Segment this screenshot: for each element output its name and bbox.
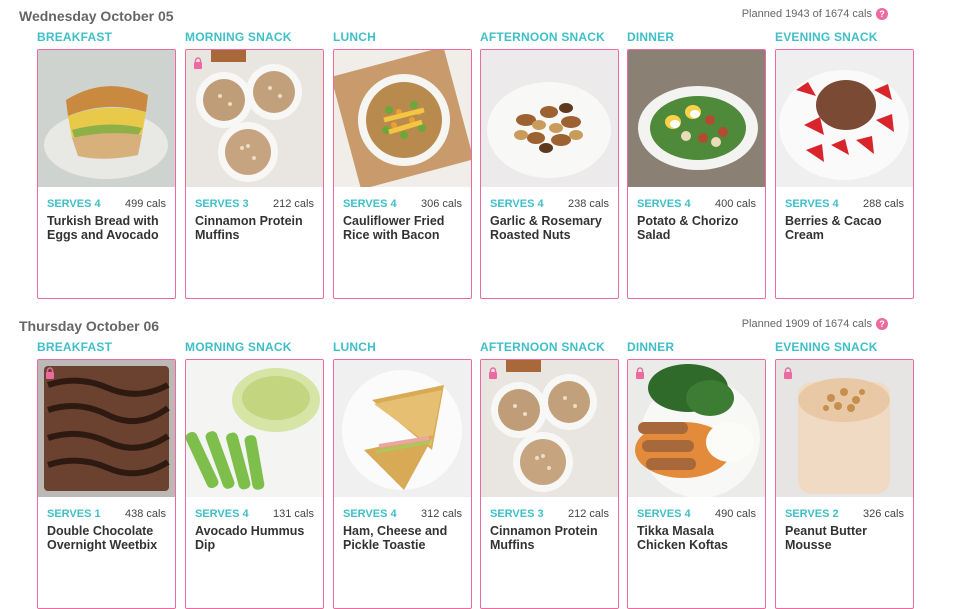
recipe-image[interactable] [776,360,913,497]
recipe-image[interactable] [334,50,471,187]
calories: 288 cals [863,198,904,210]
recipe-image[interactable] [628,360,765,497]
recipe-image[interactable] [628,50,765,187]
recipe-card[interactable]: SERVES 4 306 cals Cauliflower Fried Rice… [333,49,472,299]
day-title: Thursday October 06 [19,318,160,334]
recipe-image[interactable] [38,50,175,187]
lock-icon [194,57,202,69]
lock-icon [489,367,497,379]
meal-label-afternoon-snack: AFTERNOON SNACK [480,30,605,44]
recipe-name[interactable]: Double Chocolate Overnight Weetbix [47,524,169,552]
calories: 212 cals [568,508,609,520]
serves-count: SERVES 2 [785,508,839,520]
serves-count: SERVES 4 [637,508,691,520]
serves-count: SERVES 4 [343,508,397,520]
serves-count: SERVES 4 [343,198,397,210]
meal-label-afternoon-snack: AFTERNOON SNACK [480,340,605,354]
serves-count: SERVES 4 [637,198,691,210]
calories: 499 cals [125,198,166,210]
planned-text: Planned 1943 of 1674 cals [741,8,872,20]
recipe-name[interactable]: Cauliflower Fried Rice with Bacon [343,214,465,242]
recipe-name[interactable]: Turkish Bread with Eggs and Avocado [47,214,169,242]
recipe-image[interactable] [776,50,913,187]
calories: 212 cals [273,198,314,210]
planned-calories: Planned 1943 of 1674 cals ? [742,8,888,20]
calories: 326 cals [863,508,904,520]
lock-icon [784,367,792,379]
recipe-card[interactable]: SERVES 2 326 cals Peanut Butter Mousse [775,359,914,609]
calories: 306 cals [421,198,462,210]
calories: 131 cals [273,508,314,520]
planned-calories: Planned 1909 of 1674 cals ? [742,318,888,330]
recipe-card[interactable]: SERVES 4 400 cals Potato & Chorizo Salad [627,49,766,299]
meal-label-evening-snack: EVENING SNACK [775,30,878,44]
serves-count: SERVES 4 [785,198,839,210]
meal-label-lunch: LUNCH [333,340,376,354]
recipe-card[interactable]: SERVES 4 238 cals Garlic & Rosemary Roas… [480,49,619,299]
recipe-card[interactable]: SERVES 4 490 cals Tikka Masala Chicken K… [627,359,766,609]
lock-icon [636,367,644,379]
calories: 312 cals [421,508,462,520]
recipe-image[interactable] [186,360,323,497]
recipe-name[interactable]: Tikka Masala Chicken Koftas [637,524,759,552]
serves-count: SERVES 1 [47,508,101,520]
serves-count: SERVES 4 [195,508,249,520]
serves-count: SERVES 3 [195,198,249,210]
day-title: Wednesday October 05 [19,8,174,24]
meal-label-evening-snack: EVENING SNACK [775,340,878,354]
recipe-image[interactable] [186,50,323,187]
meal-label-breakfast: BREAKFAST [37,340,113,354]
calories: 238 cals [568,198,609,210]
lock-icon [46,367,54,379]
recipe-card[interactable]: SERVES 4 312 cals Ham, Cheese and Pickle… [333,359,472,609]
help-icon[interactable]: ? [876,318,888,330]
serves-count: SERVES 4 [490,198,544,210]
recipe-image[interactable] [334,360,471,497]
meal-label-morning-snack: MORNING SNACK [185,30,292,44]
meal-label-morning-snack: MORNING SNACK [185,340,292,354]
recipe-name[interactable]: Garlic & Rosemary Roasted Nuts [490,214,612,242]
meal-label-breakfast: BREAKFAST [37,30,113,44]
recipe-card[interactable]: SERVES 3 212 cals Cinnamon Protein Muffi… [480,359,619,609]
recipe-name[interactable]: Cinnamon Protein Muffins [490,524,612,552]
recipe-card[interactable]: SERVES 4 288 cals Berries & Cacao Cream [775,49,914,299]
calories: 400 cals [715,198,756,210]
recipe-image[interactable] [481,360,618,497]
recipe-image[interactable] [481,50,618,187]
recipe-name[interactable]: Cinnamon Protein Muffins [195,214,317,242]
recipe-card[interactable]: SERVES 4 499 cals Turkish Bread with Egg… [37,49,176,299]
help-icon[interactable]: ? [876,8,888,20]
calories: 490 cals [715,508,756,520]
recipe-name[interactable]: Ham, Cheese and Pickle Toastie [343,524,465,552]
recipe-card[interactable]: SERVES 1 438 cals Double Chocolate Overn… [37,359,176,609]
recipe-card[interactable]: SERVES 3 212 cals Cinnamon Protein Muffi… [185,49,324,299]
serves-count: SERVES 4 [47,198,101,210]
recipe-name[interactable]: Berries & Cacao Cream [785,214,907,242]
recipe-image[interactable] [38,360,175,497]
recipe-name[interactable]: Avocado Hummus Dip [195,524,317,552]
planned-text: Planned 1909 of 1674 cals [741,318,872,330]
recipe-name[interactable]: Peanut Butter Mousse [785,524,907,552]
calories: 438 cals [125,508,166,520]
meal-label-dinner: DINNER [627,30,675,44]
meal-label-lunch: LUNCH [333,30,376,44]
meal-label-dinner: DINNER [627,340,675,354]
recipe-name[interactable]: Potato & Chorizo Salad [637,214,759,242]
serves-count: SERVES 3 [490,508,544,520]
recipe-card[interactable]: SERVES 4 131 cals Avocado Hummus Dip [185,359,324,609]
